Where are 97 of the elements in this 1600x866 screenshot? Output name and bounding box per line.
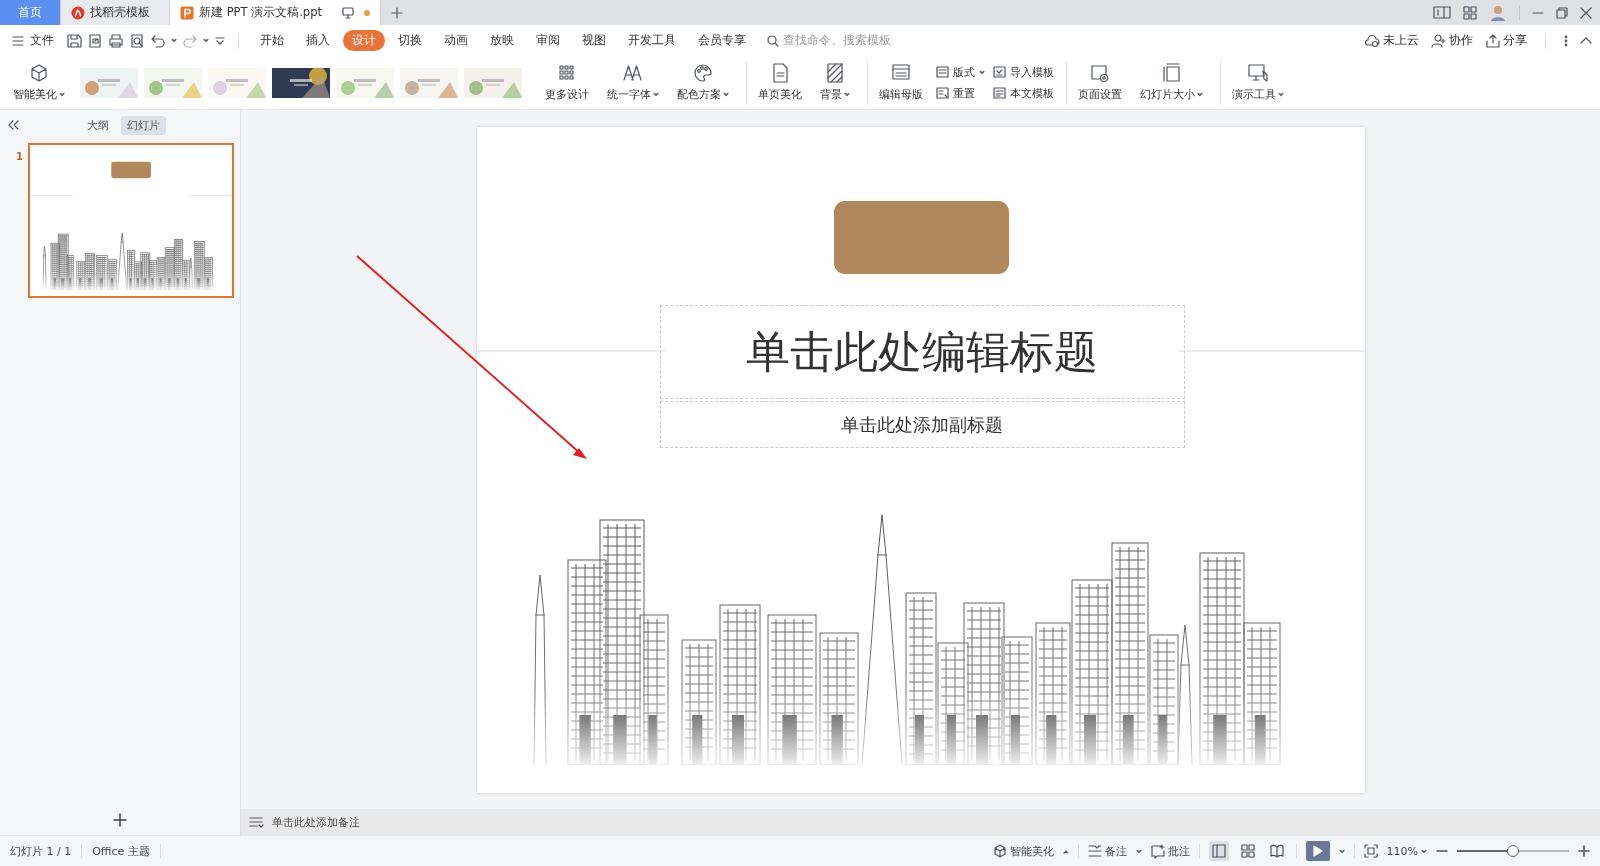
collapse-panel-icon[interactable] (8, 120, 19, 130)
more-caret-icon[interactable] (214, 34, 226, 47)
ribbon-button[interactable]: 导入模板 (993, 64, 1054, 80)
export-icon[interactable] (87, 32, 103, 49)
ribbon-tab[interactable]: 会员专享 (689, 30, 755, 51)
ribbon-button[interactable]: 重置 (936, 85, 985, 101)
normal-view-icon (1211, 844, 1226, 858)
panel-tab[interactable]: 大纲 (81, 115, 115, 135)
ribbon-tab[interactable]: 开始 (251, 30, 293, 51)
import-template-icon (993, 66, 1006, 78)
grid-icon (557, 63, 577, 83)
ribbon-button[interactable]: 单页美化 (753, 61, 807, 104)
monitor-icon (342, 6, 354, 19)
ribbon-tab[interactable]: 插入 (297, 30, 339, 51)
view-button[interactable] (1208, 841, 1229, 861)
page-setup-icon (1090, 63, 1110, 83)
status-button[interactable]: 智能美化 (992, 843, 1054, 859)
ribbon-button[interactable]: 智能美化 (8, 61, 70, 104)
grid-icon[interactable] (1463, 5, 1477, 20)
layout-icon (936, 66, 949, 78)
ribbon-button[interactable]: 版式 (936, 64, 985, 80)
more-icon[interactable] (1564, 34, 1568, 47)
ribbon-button[interactable]: 幻灯片大小 (1135, 61, 1208, 104)
caret-icon (1135, 848, 1142, 854)
slide-size-icon (1161, 63, 1182, 83)
notes-field[interactable]: 单击此处添加备注 (272, 814, 360, 830)
close-icon[interactable] (1580, 6, 1592, 19)
master-slide-icon (891, 63, 911, 83)
reset-icon (936, 87, 949, 99)
add-slide-icon[interactable] (113, 813, 127, 827)
toolbar-button[interactable]: 分享 (1485, 33, 1527, 48)
ribbon-tab[interactable]: 动画 (435, 30, 477, 51)
ribbon-button[interactable]: 演示工具 (1227, 61, 1289, 104)
palette-icon (693, 63, 713, 83)
share-icon (1485, 33, 1500, 48)
notes-icon (249, 816, 264, 828)
slide-counter: 幻灯片 1 / 1 (10, 843, 72, 859)
collapse-ribbon-icon[interactable] (1580, 36, 1592, 45)
toolbar-button[interactable]: 未上云 (1364, 33, 1419, 48)
fit-window-icon[interactable] (1363, 844, 1378, 858)
ribbon-button[interactable]: 页面设置 (1073, 61, 1127, 104)
caret-icon (203, 38, 209, 43)
caret-icon (1338, 848, 1345, 854)
ribbon-button[interactable]: 配色方案 (672, 61, 734, 104)
ribbon-button[interactable]: 本文模板 (993, 85, 1054, 101)
ribbon-button[interactable]: 编辑母版 (874, 61, 928, 104)
zoom-dropdown[interactable]: 110% (1386, 844, 1427, 858)
cloud-icon (1364, 33, 1380, 48)
theme-name: Office 主题 (92, 843, 150, 859)
save-icon[interactable] (66, 32, 82, 49)
new-tab-icon[interactable] (391, 6, 403, 19)
slide-number: 1 (16, 151, 22, 162)
cube-icon (992, 844, 1007, 858)
font-icon (623, 63, 643, 83)
presentation-tools-icon (1248, 63, 1268, 83)
notes-icon (1087, 844, 1102, 858)
restore-icon[interactable] (1556, 6, 1568, 19)
status-button[interactable]: 批注 (1150, 843, 1190, 859)
flame-logo-icon (71, 5, 85, 20)
print-icon[interactable] (108, 32, 124, 49)
caret-up-icon[interactable] (1062, 848, 1069, 854)
caret-icon (1421, 848, 1427, 854)
search-icon (767, 34, 779, 47)
status-button[interactable]: 备注 (1087, 843, 1127, 859)
zoom-in-icon[interactable] (1578, 845, 1590, 857)
play-icon (1312, 845, 1323, 857)
avatar-icon[interactable] (1489, 3, 1507, 22)
reading-view-icon (1269, 844, 1284, 858)
preview-icon[interactable] (129, 32, 145, 49)
document-tab[interactable]: 找稻壳模板 (61, 0, 170, 25)
ribbon-tab[interactable]: 视图 (573, 30, 615, 51)
text-template-icon (993, 87, 1006, 99)
ribbon-tab[interactable]: 开发工具 (619, 30, 685, 51)
layout-icon[interactable] (1433, 5, 1451, 20)
comment-icon (1150, 843, 1165, 859)
title-placeholder[interactable]: 单击此处编辑标题 (659, 305, 1185, 399)
menu-icon (12, 34, 24, 47)
presentation-file-icon (180, 5, 194, 20)
slide-sorter-icon (1240, 844, 1255, 858)
file-menu-button[interactable]: 文件 (12, 33, 54, 48)
background-icon (825, 63, 845, 83)
caret-icon (171, 38, 177, 43)
slide-thumbnail[interactable] (28, 143, 234, 298)
document-tab[interactable]: 新建 PPT 演示文稿.ppt (170, 0, 381, 25)
ribbon-button[interactable]: 背景 (815, 61, 855, 104)
subtitle-placeholder[interactable]: 单击此处添加副标题 (659, 401, 1185, 448)
ribbon-tab[interactable]: 放映 (481, 30, 523, 51)
cube-icon (29, 63, 49, 83)
page-icon (770, 63, 790, 83)
ribbon-tab[interactable]: 审阅 (527, 30, 569, 51)
play-button[interactable] (1305, 841, 1330, 861)
person-add-icon (1431, 33, 1446, 48)
ribbon-button[interactable]: 更多设计 (540, 61, 594, 104)
panel-tab[interactable]: 幻灯片 (121, 115, 166, 135)
toolbar-button[interactable]: 协作 (1431, 33, 1473, 48)
ribbon-tab[interactable]: 切换 (389, 30, 431, 51)
ribbon-button[interactable]: 统一字体 (602, 61, 664, 104)
